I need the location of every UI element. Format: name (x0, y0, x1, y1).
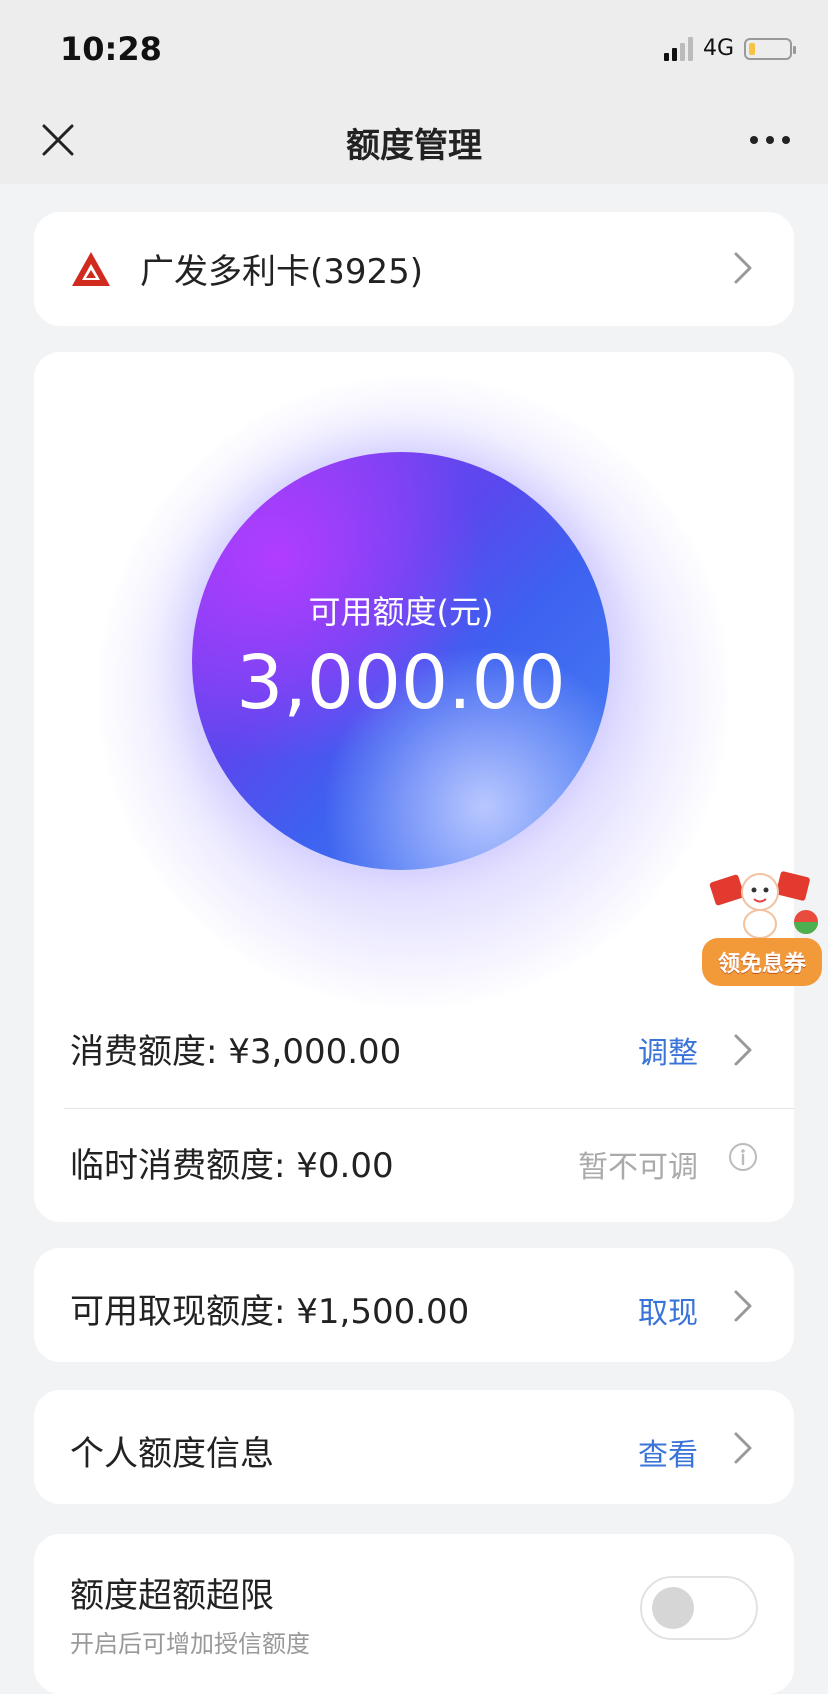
overlimit-toggle[interactable] (640, 1576, 758, 1640)
page-title: 额度管理 (346, 126, 482, 166)
battery-level (749, 42, 755, 55)
view-link[interactable]: 查看 (638, 1430, 698, 1474)
coupon-mascot-icon (709, 871, 818, 939)
signal-icon (663, 36, 693, 61)
divider (64, 1108, 794, 1109)
card-name: 广发多利卡(3925) (140, 252, 424, 292)
temporary-limit-label: 临时消费额度: ¥0.00 (70, 1146, 394, 1186)
withdraw-link[interactable]: 取现 (638, 1288, 698, 1332)
chevron-right-icon[interactable] (732, 1032, 754, 1068)
overlimit-card: 额度超额超限 开启后可增加授信额度 (34, 1534, 794, 1694)
available-credit-orb: 可用额度(元) 3,000.00 (192, 452, 610, 870)
status-icons: 4G (663, 36, 796, 61)
overlimit-subtitle: 开启后可增加授信额度 (70, 1630, 310, 1658)
personal-limit-info-label: 个人额度信息 (70, 1434, 274, 1474)
battery-icon (744, 37, 796, 60)
chevron-right-icon (734, 1290, 752, 1322)
consumption-limit-label: 消费额度: ¥3,000.00 (70, 1032, 402, 1072)
free-interest-coupon-badge[interactable]: 领免息券 (694, 866, 828, 990)
cash-limit-label: 可用取现额度: ¥1,500.00 (70, 1292, 470, 1332)
chevron-right-icon (734, 252, 752, 284)
nav-bar: 额度管理 (0, 100, 828, 184)
cash-limit-card[interactable]: 可用取现额度: ¥1,500.00 取现 (34, 1248, 794, 1362)
network-type: 4G (702, 36, 734, 61)
chevron-right-icon (734, 1432, 752, 1464)
status-time: 10:28 (60, 30, 162, 68)
coupon-label: 领免息券 (702, 938, 822, 986)
bank-logo (70, 250, 112, 288)
info-icon[interactable] (728, 1142, 758, 1172)
available-credit-amount: 3,000.00 (236, 640, 566, 726)
credit-panel: 可用额度(元) 3,000.00 消费额度: ¥3,000.00 调整 临时消费… (34, 352, 794, 1222)
toggle-knob (652, 1587, 694, 1629)
status-bar: 10:28 4G (0, 0, 828, 100)
personal-limit-info-card[interactable]: 个人额度信息 查看 (34, 1390, 794, 1504)
overlimit-title: 额度超额超限 (70, 1576, 274, 1616)
adjust-link[interactable]: 调整 (638, 1028, 698, 1072)
card-selector[interactable]: 广发多利卡(3925) (34, 212, 794, 326)
not-adjustable-text: 暂不可调 (578, 1150, 698, 1185)
available-credit-label: 可用额度(元) (308, 593, 494, 631)
more-icon[interactable] (748, 122, 792, 158)
